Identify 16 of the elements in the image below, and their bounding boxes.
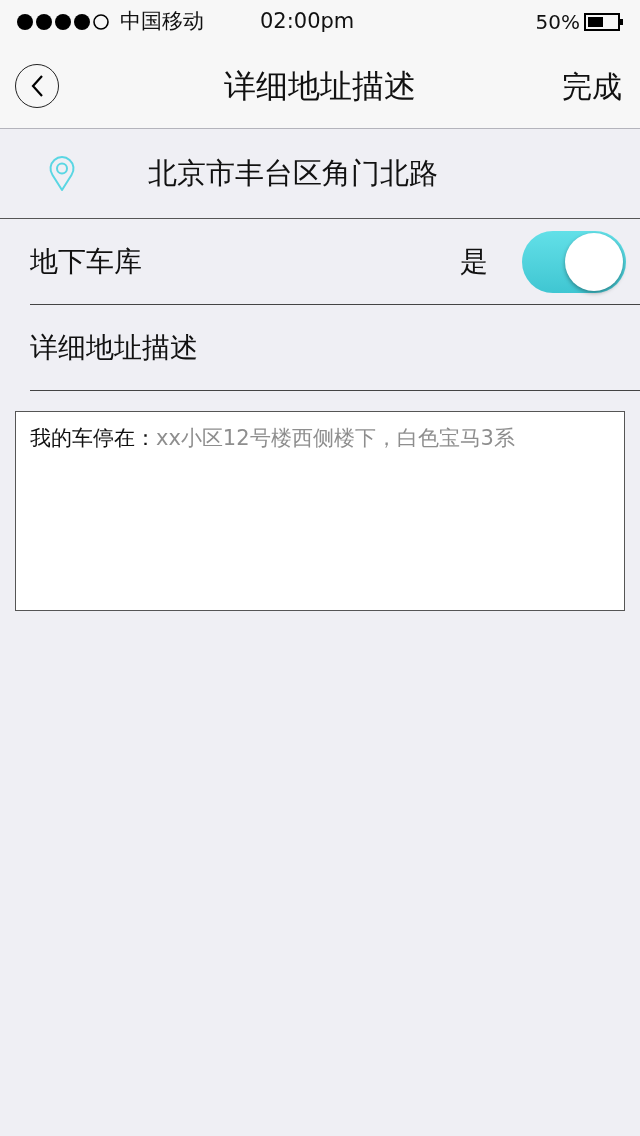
- section-label: 详细地址描述: [30, 329, 198, 366]
- toggle-value: 是: [460, 243, 488, 280]
- battery-icon: [584, 13, 624, 31]
- row-label: 地下车库: [30, 243, 142, 280]
- description-input[interactable]: xx小区12号楼西侧楼下，白色宝马3系: [156, 422, 610, 454]
- battery-percent: 50%: [535, 9, 580, 36]
- signal-icon: [16, 13, 110, 31]
- carrier-name: 中国移动: [120, 8, 204, 36]
- address-text: 北京市丰台区角门北路: [148, 155, 438, 193]
- page-title: 详细地址描述: [224, 66, 416, 107]
- toggle-switch[interactable]: [522, 230, 626, 293]
- status-time: 02:00pm: [260, 8, 355, 36]
- done-button[interactable]: 完成: [562, 63, 622, 109]
- back-chevron-icon: [31, 75, 43, 97]
- field-prefix: 我的车停在：: [30, 425, 156, 452]
- location-pin-icon: [49, 156, 75, 192]
